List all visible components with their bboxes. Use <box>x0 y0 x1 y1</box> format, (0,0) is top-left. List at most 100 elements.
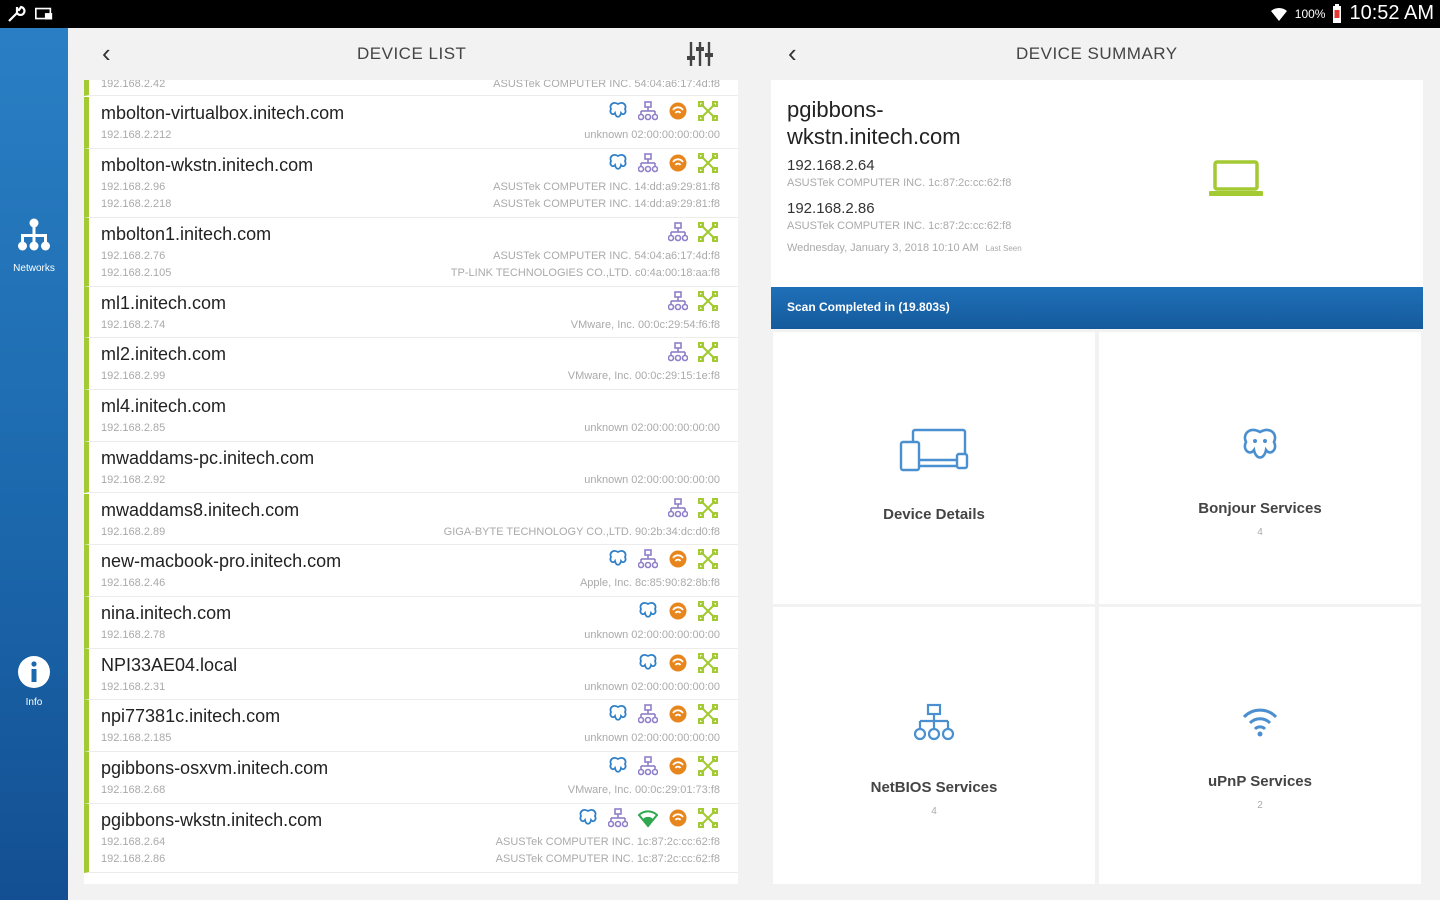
device-name: mbolton-wkstn.initech.com <box>101 154 314 175</box>
upnp-icon <box>669 550 687 568</box>
rail-item-networks[interactable]: Networks <box>0 216 68 274</box>
device-name: mbolton-virtualbox.initech.com <box>101 103 345 123</box>
device-row[interactable]: mwaddams-pc.initech.com 192.168.2.92 unkno… <box>84 441 738 494</box>
device-details-label: Device Details <box>883 506 985 523</box>
navigation-rail: Networks Info <box>0 28 68 900</box>
bonjour-services-count: 4 <box>1257 527 1263 538</box>
device-row[interactable]: mwaddams8.initech.com 192.168.2.89 GIGA-BY… <box>84 493 738 546</box>
rail-item-info[interactable]: Info <box>0 654 68 708</box>
device-vendor: ASUSTek COMPUTER INC. 54:04:a6:17:4d:f8 <box>493 249 720 262</box>
list-item-partial[interactable]: 192.168.2.42 ASUSTek COMPUTER INC. 54:04… <box>84 80 738 96</box>
service-icons <box>638 652 718 673</box>
service-icons <box>668 221 718 242</box>
device-name: new-macbook-pro.initech.com <box>101 551 342 572</box>
device-row[interactable]: mbolton-wkstn.initech.com 192.168.2.96 192… <box>84 148 738 218</box>
device-name: pgibbons-osxvm.initech.com <box>101 758 329 778</box>
bonjour-icon <box>579 808 597 825</box>
device-ip: 192.168.2.96 <box>101 180 166 193</box>
device-summary-card: pgibbons- wkstn.initech.com 192.168.2.64… <box>771 80 1423 287</box>
service-icons <box>608 704 718 725</box>
bonjour-icon <box>639 653 657 670</box>
device-vendor: unknown 02:00:00:00:00:00 <box>584 473 720 486</box>
scan-status-text: Scan Completed in (19.803s) <box>787 300 950 314</box>
wifi-icon <box>638 810 658 828</box>
upnp-services-count: 2 <box>1257 800 1263 811</box>
device-name: mwaddams-pc.initech.com <box>101 447 315 468</box>
device-list-title: DEVICE LIST <box>357 44 467 63</box>
bonjour-services-tile[interactable]: Bonjour Services 4 <box>1099 332 1421 604</box>
filter-sliders-icon[interactable] <box>686 40 714 68</box>
device-ip: 192.168.2.89 <box>101 525 166 538</box>
device-row[interactable]: mbolton1.initech.com 192.168.2.76 192.168.… <box>84 217 738 287</box>
device-vendor: GIGA-BYTE TECHNOLOGY CO.,LTD. 90:2b:34:d… <box>443 525 720 538</box>
bonjour-services-label: Bonjour Services <box>1198 500 1322 517</box>
device-row[interactable]: ml4.initech.com 192.168.2.85 unknown 02:00… <box>84 390 738 442</box>
bonjour-icon <box>609 705 627 721</box>
device-row[interactable]: new-macbook-pro.initech.com 192.168.2.46 A… <box>84 545 738 597</box>
device-row[interactable]: ml2.initech.com 192.168.2.99 VMware, Inc. … <box>84 338 738 391</box>
summary-ip-1: 192.168.2.64 <box>787 157 875 174</box>
bonjour-icon <box>609 757 627 773</box>
summary-back-icon[interactable]: ‹ <box>788 40 797 66</box>
device-ip: 192.168.2.85 <box>101 422 166 435</box>
device-ip: 192.168.2.218 <box>101 197 172 210</box>
device-ip: 192.168.2.68 <box>101 784 166 796</box>
device-vendor: VMware, Inc. 00:0c:29:15:1e:f8 <box>567 370 720 383</box>
rail-label-info: Info <box>25 697 43 708</box>
network-status-icon <box>698 221 718 242</box>
device-details-tile[interactable]: Device Details <box>773 332 1095 604</box>
device-row[interactable]: pgibbons-wkstn.initech.com 192.168.2.64 19… <box>84 803 738 873</box>
netbios-icon <box>668 221 688 241</box>
back-icon[interactable]: ‹ <box>102 40 111 66</box>
device-summary-header: ‹ DEVICE SUMMARY <box>760 28 1440 80</box>
bonjour-icon <box>609 153 627 170</box>
summary-device-name: pgibbons- wkstn.initech.com <box>787 96 1047 150</box>
summary-name-line2: wkstn.initech.com <box>787 124 961 149</box>
device-ip: 192.168.2.31 <box>101 680 166 693</box>
status-bar: 100% 10:52 AM <box>0 0 1440 28</box>
device-vendor: unknown 02:00:00:00:00:00 <box>584 628 720 641</box>
info-icon <box>18 656 50 688</box>
upnp-icon <box>669 705 687 723</box>
summary-ip-2: 192.168.2.86 <box>787 200 875 217</box>
device-vendor: unknown 02:00:00:00:00:00 <box>584 732 720 745</box>
device-name: mbolton1.initech.com <box>101 223 272 244</box>
device-row[interactable]: mbolton-virtualbox.initech.com 192.168.2.… <box>84 97 738 149</box>
device-row[interactable]: ml1.initech.com 192.168.2.74 VMware, Inc. … <box>84 286 738 339</box>
device-row[interactable]: npi77381c.initech.com 192.168.2.185 unknow… <box>84 700 738 752</box>
summary-name-line1: pgibbons- <box>787 97 884 122</box>
clock: 10:52 AM <box>1349 2 1434 24</box>
network-status-icon <box>698 652 718 673</box>
device-ip: 192.168.2.212 <box>101 129 172 141</box>
upnp-icon <box>669 809 687 827</box>
network-status-icon <box>698 101 718 121</box>
service-icons <box>578 807 718 828</box>
network-status-icon <box>698 342 718 363</box>
device-ip: 192.168.2.78 <box>101 628 166 641</box>
device-vendor: ASUSTek COMPUTER INC. 14:dd:a9:29:81:f8 <box>493 180 720 193</box>
netbios-icon <box>638 101 658 121</box>
device-ip: 192.168.2.92 <box>101 473 166 486</box>
device-row[interactable]: NPI33AE04.local 192.168.2.31 unknown 02:00… <box>84 648 738 701</box>
device-ip: 192.168.2.76 <box>101 249 166 262</box>
upnp-services-tile[interactable]: uPnP Services 2 <box>1099 607 1421 884</box>
netbios-services-label: NetBIOS Services <box>870 779 998 796</box>
network-status-icon <box>698 549 718 570</box>
netbios-icon <box>638 152 658 172</box>
device-row[interactable]: pgibbons-osxvm.initech.com 192.168.2.68 VM… <box>84 752 738 804</box>
netbios-icon <box>638 704 658 724</box>
upnp-services-label: uPnP Services <box>1208 773 1312 790</box>
device-list-header: ‹ DEVICE LIST <box>68 28 758 80</box>
upnp-icon <box>669 154 687 172</box>
service-icons <box>668 342 718 363</box>
device-ip: 192.168.2.42 <box>101 80 166 90</box>
netbios-services-tile[interactable]: NetBIOS Services 4 <box>773 607 1095 884</box>
device-row[interactable]: nina.initech.com 192.168.2.78 unknown 02:0… <box>84 596 738 649</box>
upnp-wifi-icon <box>1242 708 1278 737</box>
network-status-icon <box>698 290 718 311</box>
upnp-icon <box>669 757 687 775</box>
device-list[interactable]: 192.168.2.42 ASUSTek COMPUTER INC. 54:04… <box>84 80 738 884</box>
summary-date: Wednesday, January 3, 2018 10:10 AM <box>787 242 979 254</box>
wifi-signal-icon <box>1270 7 1287 21</box>
screen-icon <box>35 7 53 20</box>
